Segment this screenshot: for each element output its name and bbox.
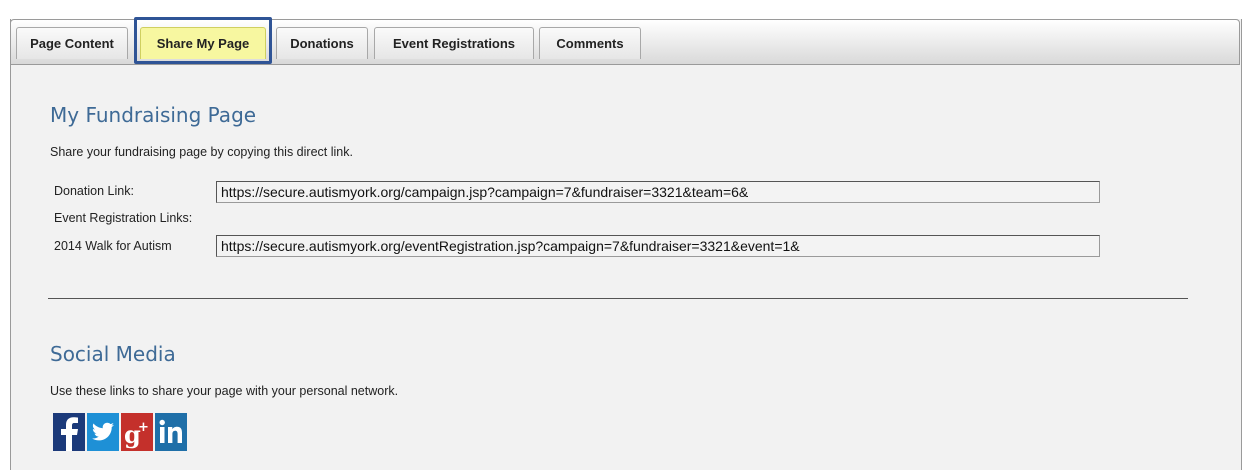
fundraising-section-title: My Fundraising Page: [50, 103, 257, 127]
facebook-icon[interactable]: [53, 413, 85, 451]
event-link-label: 2014 Walk for Autism: [54, 239, 172, 253]
top-crop-strip: [0, 0, 1250, 8]
tab-comments[interactable]: Comments: [539, 27, 641, 59]
event-registration-links-label: Event Registration Links:: [54, 211, 193, 225]
google-plus-icon[interactable]: g +: [121, 413, 153, 451]
social-media-section-title: Social Media: [50, 342, 176, 366]
section-divider: [48, 298, 1188, 299]
tab-share-my-page[interactable]: Share My Page: [140, 27, 266, 59]
twitter-icon[interactable]: [87, 413, 119, 451]
social-media-description: Use these links to share your page with …: [50, 384, 399, 398]
tab-event-registrations[interactable]: Event Registrations: [374, 27, 534, 59]
tab-donations[interactable]: Donations: [276, 27, 368, 59]
event-registration-link-field[interactable]: [216, 235, 1100, 257]
linkedin-icon[interactable]: [155, 413, 187, 451]
fundraising-description: Share your fundraising page by copying t…: [50, 145, 353, 159]
svg-text:+: +: [138, 420, 149, 435]
donation-link-label: Donation Link:: [54, 184, 134, 198]
tab-page-content[interactable]: Page Content: [16, 27, 128, 59]
donation-link-field[interactable]: [216, 181, 1100, 203]
